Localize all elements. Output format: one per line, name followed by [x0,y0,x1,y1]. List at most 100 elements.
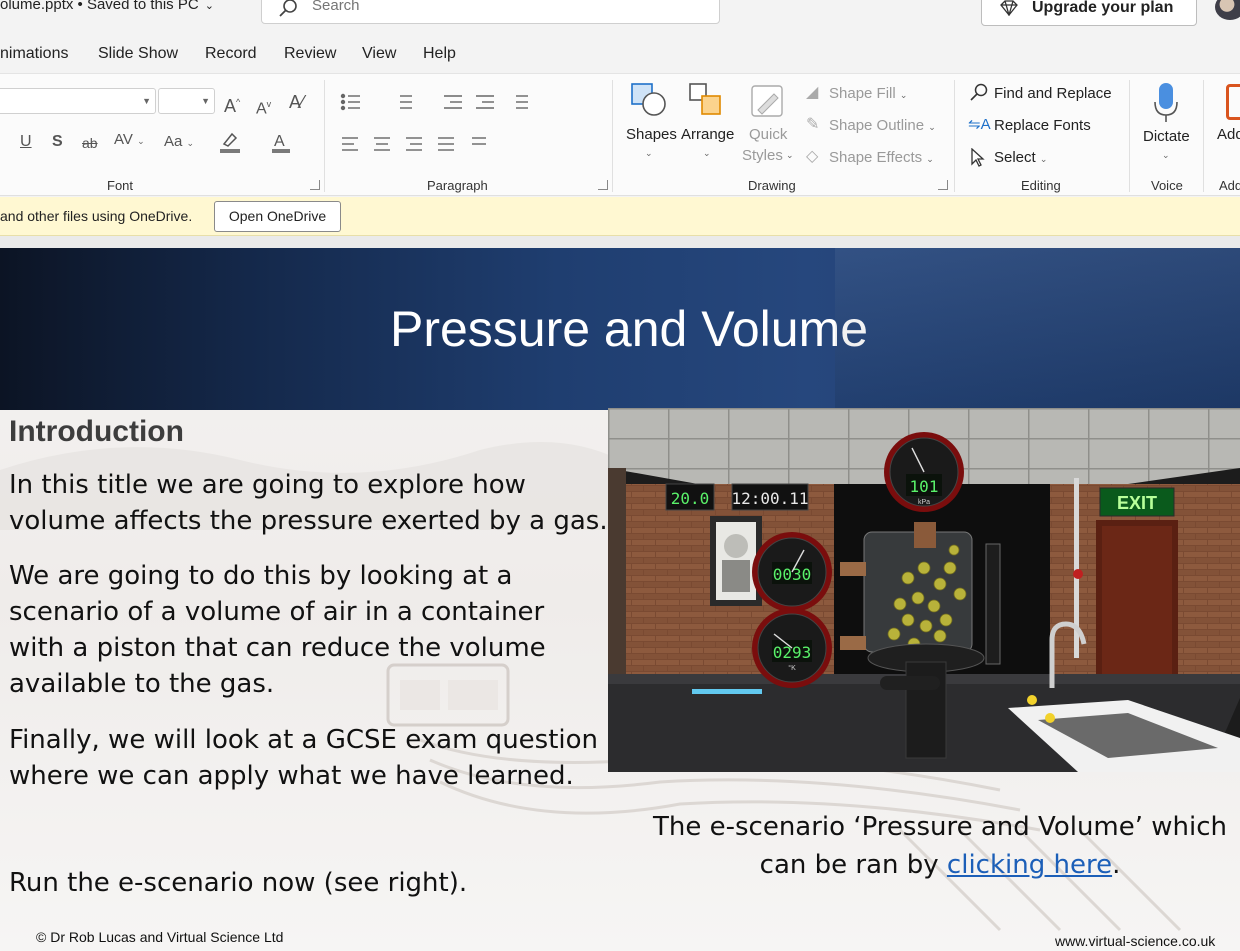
upgrade-plan-button[interactable]: Upgrade your plan [981,0,1197,26]
quick-styles-label: Quick [749,126,788,143]
document-title[interactable]: olume.pptx • Saved to this PC ⌄ [0,0,214,13]
font-group-label: Font [107,178,134,193]
arrange-button[interactable]: Arrange [681,126,734,143]
chevron-down-icon: ▼ [142,96,151,106]
intro-paragraph-1: In this title we are going to explore ho… [9,470,608,536]
strikethrough-icon[interactable]: ab [82,135,98,151]
temperature-display: 20.0 [671,489,710,508]
change-case-icon[interactable]: Aa ⌄ [164,134,194,151]
chevron-down-icon: ⌄ [645,148,653,158]
website-text: www.virtual-science.co.uk [1055,933,1216,949]
intro-paragraph-2: We are going to do this by looking at a … [9,561,546,699]
arrange-icon[interactable] [688,82,726,118]
paragraph-controls[interactable] [340,92,590,172]
shapes-button[interactable]: Shapes [626,126,677,143]
add-ins-group-label: Add [1219,178,1240,193]
chevron-down-icon: ⌄ [1162,150,1170,160]
onedrive-notification-bar: and other files using OneDrive. Open One… [0,197,1240,236]
add-ins-button[interactable]: Add [1217,126,1240,143]
shape-fill-icon: ◢ [806,84,819,101]
shape-outline-button[interactable]: Shape Outline ⌄ [829,117,936,134]
shape-effects-icon: ◇ [806,148,819,165]
chevron-down-icon[interactable]: ⌄ [205,0,214,12]
search-icon [279,0,297,17]
add-ins-icon[interactable] [1226,84,1240,120]
escenario-caption: The e-scenario ‘Pressure and Volume’ whi… [640,808,1240,884]
pressure-gauge-value: 101 [910,477,939,496]
caption-period: . [1112,850,1121,880]
dictate-button[interactable]: Dictate [1143,128,1190,145]
text-shadow-icon[interactable]: S [52,134,63,150]
paragraph-group-label: Paragraph [427,178,488,193]
drawing-group-label: Drawing [748,178,796,193]
caption-text: The e-scenario ‘Pressure and Volume’ whi… [652,812,1228,880]
title-bar: olume.pptx • Saved to this PC⌄ Upgrade y… [0,0,1240,40]
tab-animations[interactable]: nimations [0,45,68,63]
tab-record[interactable]: Record [205,45,257,63]
shape-fill-button[interactable]: Shape Fill ⌄ [829,85,907,102]
clear-formatting-icon[interactable]: A⁄ [289,93,304,111]
temperature-gauge-value: 0293 [773,643,812,662]
tab-slide-show[interactable]: Slide Show [98,45,178,63]
group-divider [1203,80,1204,192]
chevron-down-icon: ⌄ [703,148,711,158]
replace-fonts-button[interactable]: Replace Fonts [994,117,1091,134]
intro-paragraph-3: Finally, we will look at a GCSE exam que… [9,725,599,791]
character-spacing-icon[interactable]: AV ⌄ [114,132,145,149]
temperature-gauge-unit: °K [788,664,796,672]
slide-title: Pressure and Volume [389,301,869,357]
voice-group-label: Voice [1151,178,1183,193]
chevron-down-icon: ⌄ [786,150,794,160]
find-icon [970,83,988,101]
quick-styles-icon[interactable] [750,84,786,120]
font-name-dropdown[interactable]: ▼ [0,88,156,114]
select-button[interactable]: Select ⌄ [994,149,1047,166]
replace-fonts-icon: ⇋A [968,116,991,133]
copyright-text: © Dr Rob Lucas and Virtual Science Ltd [36,929,284,945]
group-divider [1129,80,1130,192]
group-divider [954,80,955,192]
drawing-dialog-launcher[interactable] [938,180,948,190]
ribbon: ▼ ▼ A^ Av A⁄ U S ab AV ⌄ Aa ⌄ A Font Par… [0,73,1240,196]
underline-icon[interactable]: U [20,134,32,150]
select-cursor-icon [971,148,985,167]
paragraph-dialog-launcher[interactable] [598,180,608,190]
highlight-color-icon[interactable] [218,130,244,154]
search-input[interactable] [312,0,692,17]
slide-header-band: Pressure and Volume [0,248,1240,410]
escenario-lab-image[interactable]: 20.0 12:00.11 EXIT 101 kPa 0030 0293 °K [608,408,1240,772]
run-escenario-text: Run the e-scenario now (see right). [9,868,468,898]
increase-font-size-icon[interactable]: A^ [224,94,240,115]
clock-display: 12:00.11 [731,489,808,508]
upgrade-plan-label: Upgrade your plan [1032,0,1174,16]
shapes-icon[interactable] [630,82,668,118]
tab-view[interactable]: View [362,45,396,63]
notification-text: and other files using OneDrive. [0,208,193,224]
font-size-dropdown[interactable]: ▼ [158,88,215,114]
menu-bar: nimations Slide Show Record Review View … [0,40,1240,72]
collisions-gauge-value: 0030 [773,565,812,584]
find-and-replace-button[interactable]: Find and Replace [994,85,1112,102]
open-onedrive-button[interactable]: Open OneDrive [214,201,341,232]
avatar[interactable] [1215,0,1240,20]
slide[interactable]: Pressure and Volume Introduction In this… [0,248,1240,951]
microphone-icon[interactable] [1152,82,1180,124]
clicking-here-link[interactable]: clicking here [947,850,1112,880]
diamond-icon [1000,0,1018,16]
font-color-icon[interactable]: A [270,130,294,154]
decrease-font-size-icon[interactable]: Av [256,96,271,117]
editing-group-label: Editing [1021,178,1061,193]
canvas-margin [0,236,1240,248]
exit-sign: EXIT [1117,493,1157,513]
group-divider [324,80,325,192]
search-box[interactable] [261,0,720,24]
group-divider [612,80,613,192]
pressure-gauge-unit: kPa [918,499,930,506]
svg-text:A: A [274,133,285,150]
font-dialog-launcher[interactable] [310,180,320,190]
shape-outline-icon: ✎ [806,116,820,133]
tab-help[interactable]: Help [423,45,456,63]
tab-review[interactable]: Review [284,45,336,63]
shape-effects-button[interactable]: Shape Effects ⌄ [829,149,934,166]
quick-styles-button[interactable]: Styles [742,147,783,164]
